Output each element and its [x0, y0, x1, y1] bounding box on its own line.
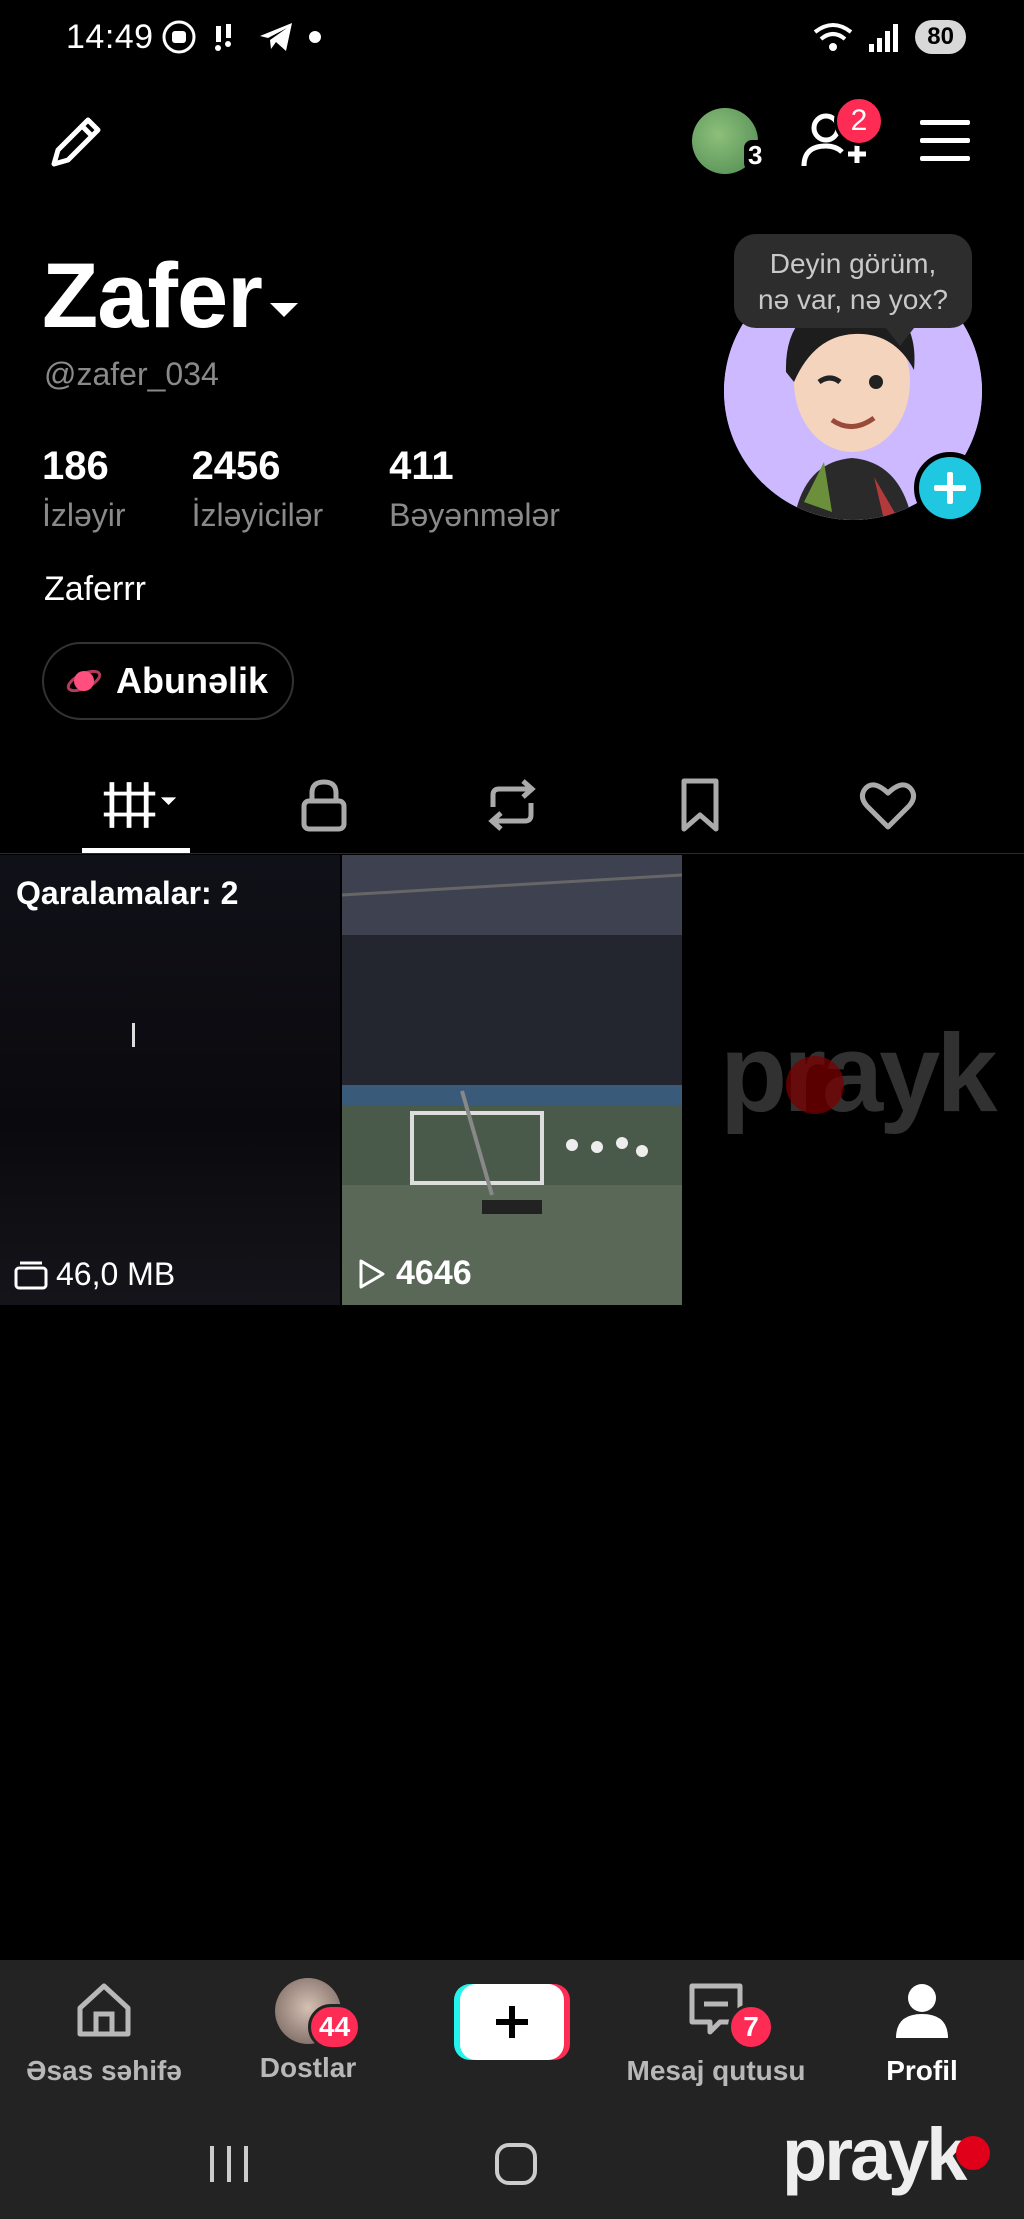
friends-badge: 44 — [308, 2004, 362, 2050]
battery-level: 80 — [915, 20, 966, 54]
lock-icon — [301, 779, 347, 832]
friend-requests-badge: 2 — [834, 96, 884, 146]
tab-private[interactable] — [284, 770, 364, 840]
stat-followers[interactable]: 2456 İzləyicilər — [192, 444, 324, 534]
stat-label: İzləyir — [42, 497, 126, 533]
plus-icon — [934, 472, 966, 504]
video-thumbnail — [342, 855, 682, 1305]
play-icon — [359, 1259, 385, 1288]
status-bar: 14:49 80 — [0, 0, 1024, 80]
system-icons: 80 — [811, 20, 966, 54]
create-button[interactable] — [454, 1984, 570, 2060]
bottom-navigation: Əsas səhifə Dostlar 44 Mesaj qutusu 7 Pr… — [0, 1960, 1024, 2110]
nav-home[interactable]: Əsas səhifə — [0, 1978, 214, 2087]
hamburger-icon — [920, 120, 970, 161]
add-story-button[interactable] — [914, 452, 986, 524]
home-icon — [77, 1983, 131, 2037]
draft-size-label: 46,0 MB — [56, 1256, 176, 1292]
profile-stats: 186 İzləyir 2456 İzləyicilər 411 Bəyənmə… — [42, 444, 626, 534]
username: @zafer_034 — [44, 356, 219, 392]
grid-icon — [103, 782, 177, 828]
drafts-tile[interactable]: Qaralamalar: 2 46,0 MB — [0, 855, 340, 1305]
draft-preview-mark — [132, 1023, 135, 1047]
profile-name-switcher[interactable]: Zafer — [42, 244, 298, 349]
signal-icon — [869, 24, 899, 52]
watermark: prayk — [720, 1012, 998, 1135]
edit-profile-button[interactable] — [44, 110, 108, 174]
telegram-icon — [260, 23, 292, 51]
video-views-count: 4646 — [396, 1254, 472, 1292]
nav-inbox[interactable]: Mesaj qutusu — [606, 1978, 826, 2087]
status-time: 14:49 — [66, 18, 154, 56]
planet-icon — [66, 669, 102, 693]
alert-icon — [215, 24, 231, 51]
account-count: 3 — [744, 140, 767, 171]
bookmark-icon — [681, 778, 719, 832]
subscription-label: Abunəlik — [116, 660, 269, 701]
active-tab-indicator — [82, 848, 190, 853]
bio: Zaferrr — [44, 570, 146, 608]
plus-icon — [496, 2006, 528, 2038]
stat-value: 411 — [389, 444, 454, 488]
brand-logo-text: prayk — [782, 2113, 967, 2196]
stat-label: İzləyicilər — [191, 497, 324, 533]
repost-icon — [488, 779, 536, 831]
home-button-icon — [495, 2143, 537, 2185]
bubble-line-1: Deyin görüm, — [769, 248, 937, 279]
stat-likes[interactable]: 411 Bəyənmələr — [389, 444, 560, 534]
profile-name: Zafer — [42, 245, 263, 347]
menu-button[interactable] — [918, 116, 972, 166]
nav-profile-label: Profil — [886, 2055, 958, 2086]
dot-icon — [309, 31, 321, 43]
tab-videos[interactable] — [100, 770, 180, 840]
stat-value: 186 — [42, 444, 109, 488]
draft-size: 46,0 MB — [14, 1256, 175, 1293]
nav-profile[interactable]: Profil — [812, 1978, 1024, 2087]
nav-inbox-label: Mesaj qutusu — [626, 2055, 806, 2086]
wifi-icon — [814, 23, 853, 51]
stat-following[interactable]: 186 İzləyir — [42, 444, 126, 534]
heart-icon — [859, 782, 917, 830]
video-tile[interactable]: 4646 — [342, 855, 682, 1305]
tab-liked[interactable] — [848, 770, 928, 840]
recent-apps-icon — [210, 2146, 248, 2182]
bubble-line-2: nə var, nə yox? — [758, 284, 948, 315]
inbox-badge: 7 — [728, 2004, 774, 2050]
notification-icons — [162, 20, 322, 54]
nav-friends-label: Dostlar — [259, 2052, 357, 2083]
nav-home-label: Əsas səhifə — [26, 2055, 182, 2086]
pencil-icon — [51, 117, 101, 167]
caret-down-icon — [269, 302, 298, 317]
tab-saved[interactable] — [660, 770, 740, 840]
tab-reposts[interactable] — [472, 770, 552, 840]
stat-value: 2456 — [191, 444, 281, 488]
subscription-button[interactable]: Abunəlik — [42, 642, 295, 720]
video-views: 4646 — [356, 1254, 472, 1293]
stat-label: Bəyənmələr — [389, 497, 560, 533]
screen-record-icon — [162, 20, 196, 54]
profile-tabs — [0, 760, 1024, 854]
brand-logo-dot — [956, 2136, 990, 2170]
watermark-dot — [786, 1056, 844, 1114]
avatar-speech-bubble[interactable]: Deyin görüm, nə var, nə yox? — [734, 234, 972, 346]
folder-stack-icon — [14, 1261, 48, 1289]
profile-icon — [896, 1984, 948, 2038]
drafts-title: Qaralamalar: 2 — [16, 875, 239, 911]
